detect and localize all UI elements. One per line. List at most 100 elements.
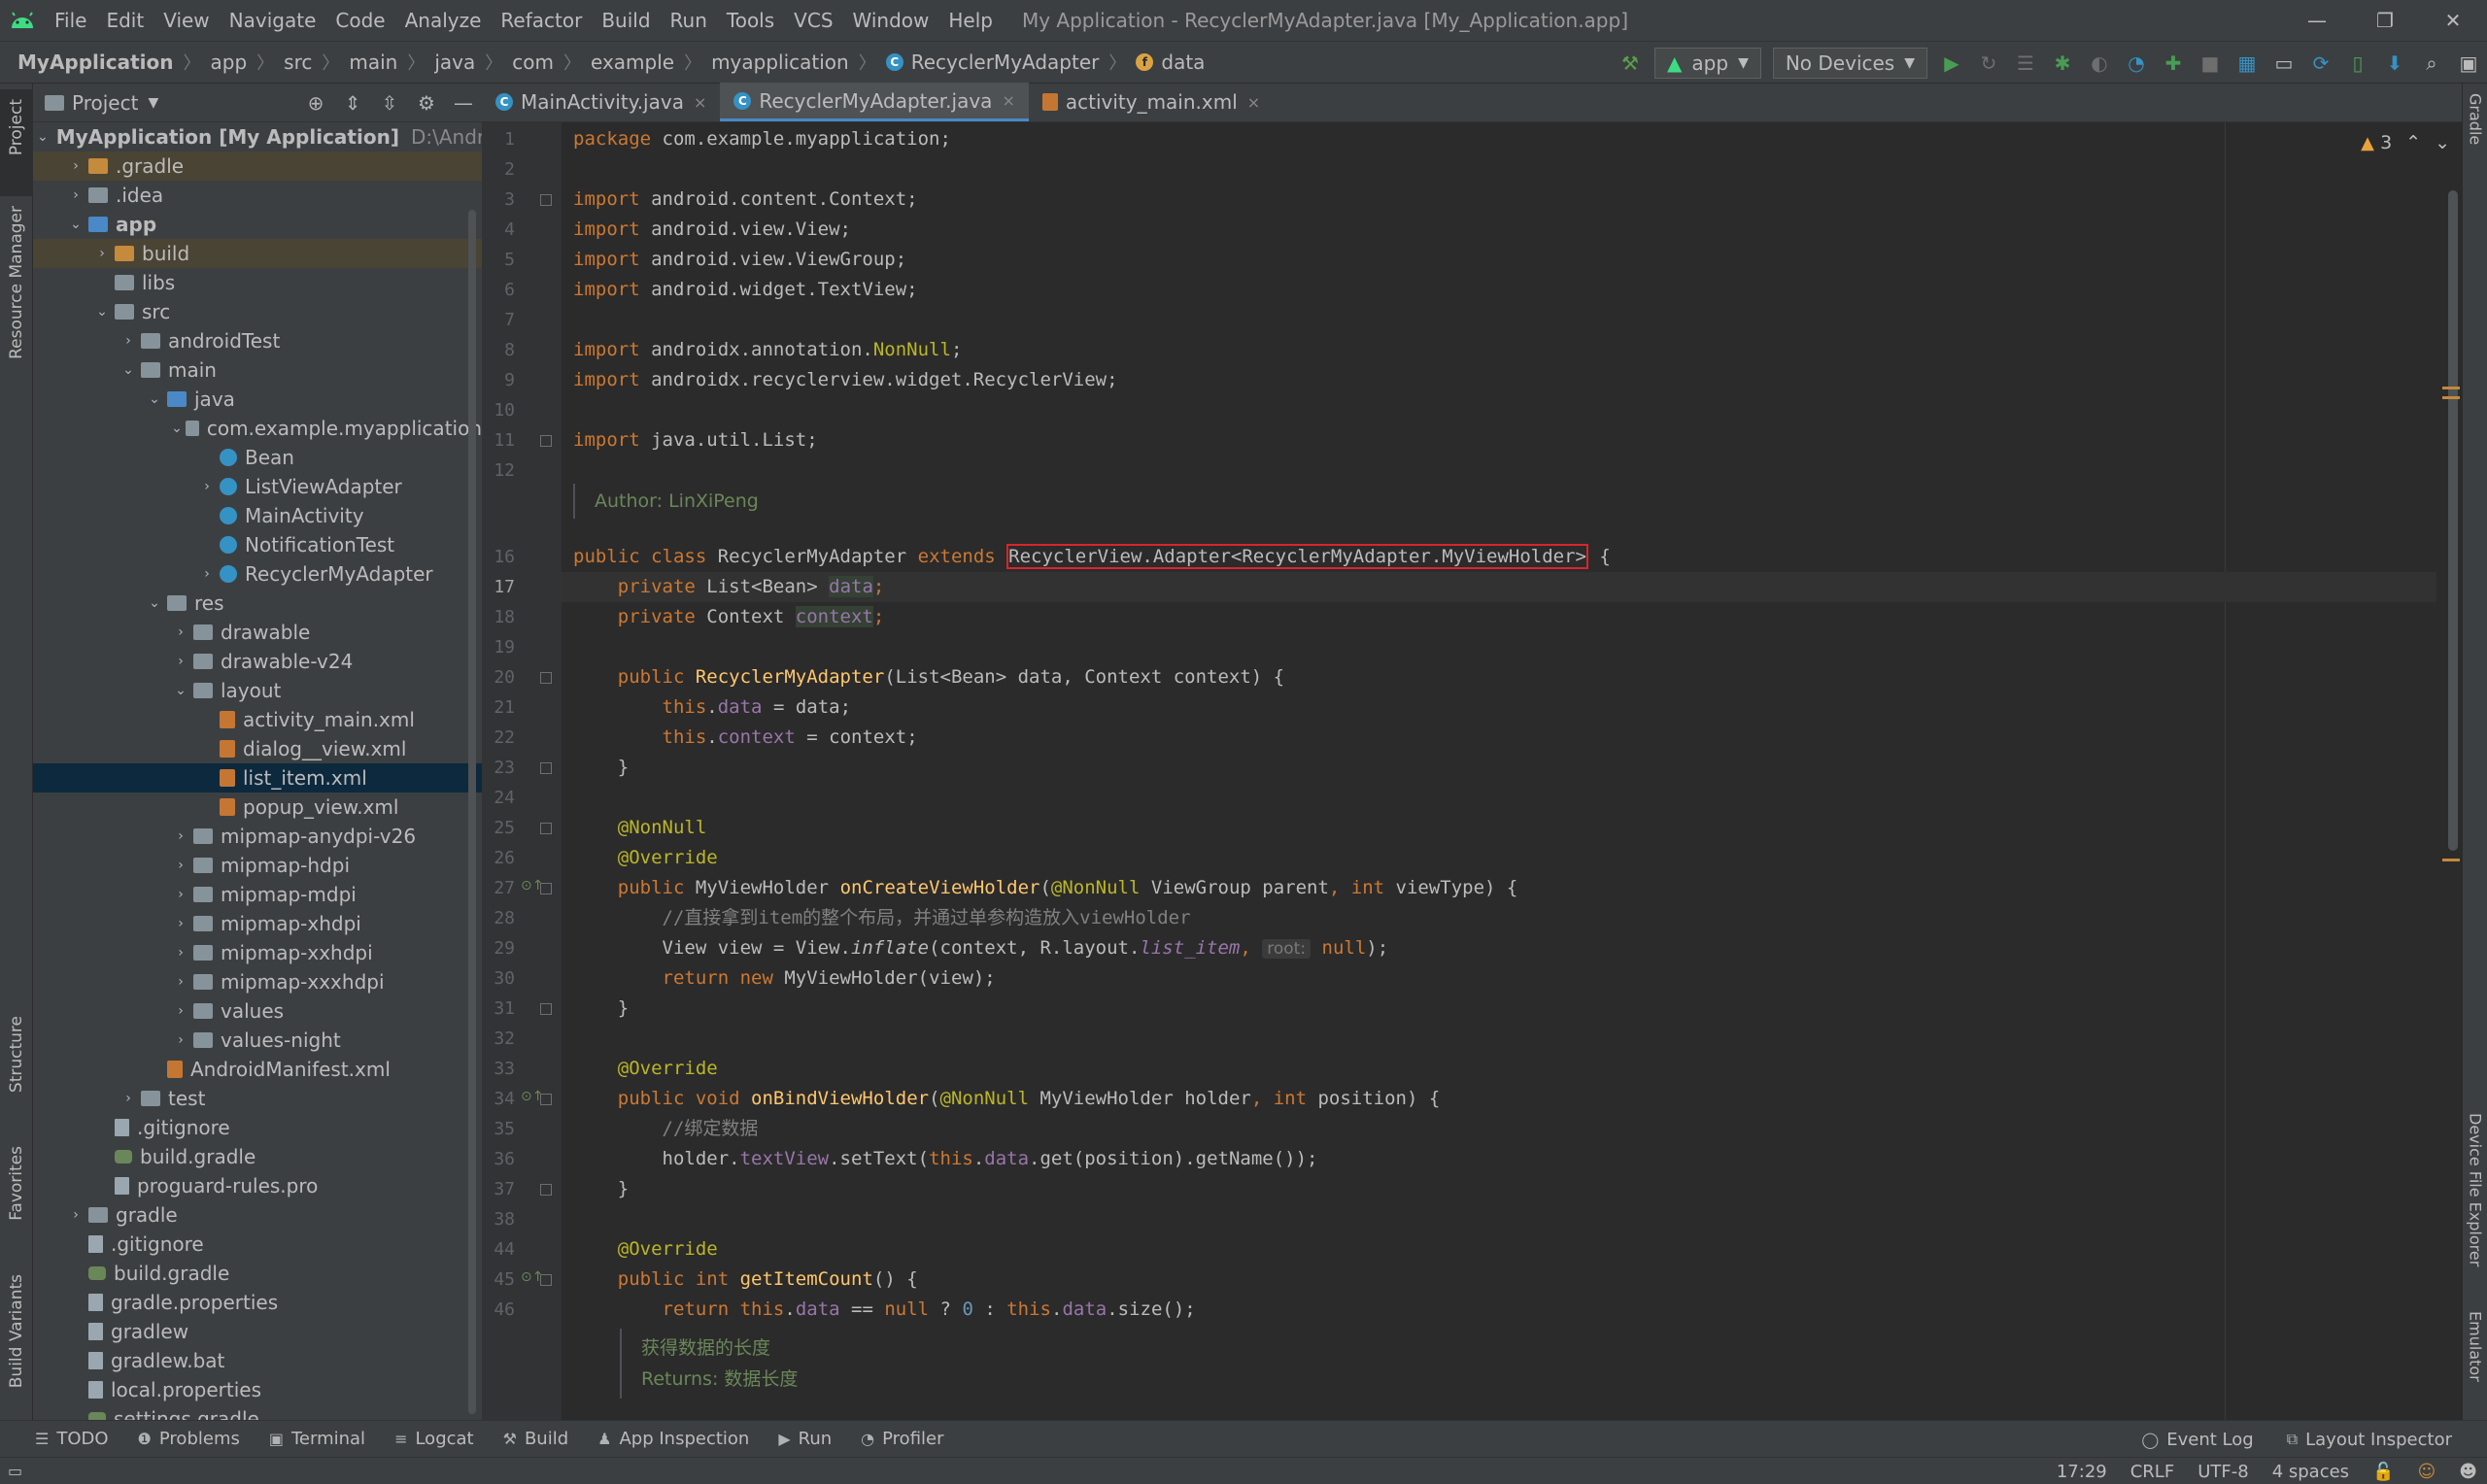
- coverage-icon[interactable]: ◐: [2081, 42, 2118, 84]
- breadcrumb-item[interactable]: f data: [1136, 51, 1205, 74]
- editor-tab[interactable]: activity_main.xml ×: [1029, 83, 1274, 121]
- attach-debugger-icon[interactable]: ✚: [2155, 42, 2192, 84]
- chevron-right-icon[interactable]: ›: [168, 916, 193, 931]
- breadcrumb-item[interactable]: java: [434, 51, 475, 74]
- lock-icon[interactable]: 🔓: [2372, 1462, 2394, 1482]
- avatar[interactable]: ▣: [2450, 42, 2487, 84]
- chevron-right-icon[interactable]: ›: [168, 945, 193, 961]
- chevron-right-icon[interactable]: ›: [168, 624, 193, 640]
- close-window-button[interactable]: ✕: [2419, 0, 2487, 41]
- breadcrumb-item[interactable]: example: [591, 51, 674, 74]
- tree-item[interactable]: › mipmap-xhdpi: [33, 909, 482, 938]
- chevron-down-icon[interactable]: ⌄: [37, 129, 49, 145]
- apply-changes-icon[interactable]: ☰: [2007, 42, 2044, 84]
- tool-tab-layout-inspector[interactable]: ⧉ Layout Inspector: [2287, 1430, 2452, 1450]
- caret-position[interactable]: 17:29: [2057, 1462, 2107, 1482]
- tree-item[interactable]: › mipmap-mdpi: [33, 880, 482, 909]
- tab-structure[interactable]: Structure: [0, 1016, 33, 1123]
- editor-tab[interactable]: C MainActivity.java ×: [482, 83, 720, 121]
- chevron-right-icon[interactable]: ›: [168, 974, 193, 990]
- tree-item[interactable]: build.gradle: [33, 1142, 482, 1171]
- menu-item-analyze[interactable]: Analyze: [395, 9, 492, 32]
- device-select[interactable]: No Devices ▼: [1772, 48, 1927, 79]
- tree-item[interactable]: › drawable: [33, 618, 482, 647]
- breadcrumb-item[interactable]: main: [349, 51, 397, 74]
- chevron-right-icon[interactable]: ›: [63, 187, 88, 203]
- menu-item-edit[interactable]: Edit: [96, 9, 153, 32]
- chevron-down-icon[interactable]: ⌄: [142, 595, 167, 611]
- tree-item[interactable]: AndroidManifest.xml: [33, 1055, 482, 1084]
- debug-icon[interactable]: ✱: [2044, 42, 2081, 84]
- fold-marker-icon[interactable]: [540, 672, 552, 684]
- inspection-widget[interactable]: ▲ 3 ⌃ ⌄: [2361, 132, 2450, 153]
- code-area[interactable]: package com.example.myapplication; import…: [562, 122, 2462, 1420]
- fold-marker-icon[interactable]: [540, 823, 552, 834]
- menu-item-code[interactable]: Code: [325, 9, 394, 32]
- menu-item-view[interactable]: View: [153, 9, 219, 32]
- chevron-down-icon[interactable]: ⌄: [168, 421, 186, 436]
- hide-panel-icon[interactable]: —: [445, 91, 482, 115]
- chevron-down-icon[interactable]: ⌄: [142, 391, 167, 407]
- chevron-right-icon[interactable]: ›: [194, 479, 220, 494]
- tree-item[interactable]: settings.gradle: [33, 1404, 482, 1420]
- chevron-right-icon[interactable]: ›: [168, 1032, 193, 1048]
- breadcrumb-item[interactable]: src: [284, 51, 312, 74]
- tree-item[interactable]: ⌄ layout: [33, 676, 482, 705]
- chevron-down-icon[interactable]: ⌄: [89, 304, 115, 320]
- stop-icon[interactable]: ■: [2192, 42, 2229, 84]
- maximize-button[interactable]: ❐: [2351, 0, 2419, 41]
- tool-tab-profiler[interactable]: ◔ Profiler: [861, 1429, 943, 1449]
- chevron-right-icon[interactable]: ›: [63, 158, 88, 174]
- collapse-all-icon[interactable]: ⇳: [371, 91, 408, 115]
- tool-tab-terminal[interactable]: ▣ Terminal: [269, 1429, 365, 1449]
- indent-setting[interactable]: 4 spaces: [2272, 1462, 2349, 1482]
- gear-icon[interactable]: ⚙: [408, 91, 445, 115]
- warning-stripe-mark[interactable]: [2442, 396, 2460, 399]
- sdk-manager-icon[interactable]: ⬇: [2376, 42, 2413, 84]
- menu-item-navigate[interactable]: Navigate: [220, 9, 326, 32]
- chevron-right-icon[interactable]: ›: [63, 1207, 88, 1223]
- tab-favorites[interactable]: Favorites: [0, 1146, 33, 1253]
- profile-icon[interactable]: ◔: [2118, 42, 2155, 84]
- tool-tab-todo[interactable]: ☰ TODO: [35, 1429, 109, 1449]
- menu-item-build[interactable]: Build: [592, 9, 660, 32]
- menu-item-vcs[interactable]: VCS: [784, 9, 842, 32]
- fold-marker-icon[interactable]: [540, 762, 552, 774]
- tab-resource-manager[interactable]: Resource Manager: [0, 200, 33, 394]
- close-icon[interactable]: ×: [1247, 93, 1260, 112]
- menu-item-help[interactable]: Help: [938, 9, 1003, 32]
- tool-tab-build[interactable]: ⚒ Build: [503, 1429, 569, 1449]
- chevron-down-icon[interactable]: ⌄: [116, 362, 141, 378]
- avd-manager-icon[interactable]: ▭: [2266, 42, 2302, 84]
- menu-item-refactor[interactable]: Refactor: [491, 9, 592, 32]
- file-encoding[interactable]: UTF-8: [2197, 1462, 2248, 1482]
- tree-item[interactable]: › build: [33, 239, 482, 268]
- tree-item[interactable]: libs: [33, 268, 482, 297]
- tree-item[interactable]: › androidTest: [33, 326, 482, 355]
- fold-marker-icon[interactable]: [540, 1184, 552, 1196]
- feedback-icon[interactable]: ☻: [2459, 1462, 2477, 1482]
- project-structure-icon[interactable]: ▦: [2229, 42, 2266, 84]
- chevron-up-icon[interactable]: ⌃: [2405, 132, 2421, 153]
- tree-item[interactable]: › mipmap-hdpi: [33, 851, 482, 880]
- tree-item[interactable]: list_item.xml: [33, 763, 482, 793]
- override-marker-icon[interactable]: ⊙↑: [521, 1089, 543, 1104]
- tree-item[interactable]: › drawable-v24: [33, 647, 482, 676]
- breadcrumb-item[interactable]: MyApplication: [17, 51, 174, 74]
- chevron-right-icon[interactable]: ›: [194, 566, 220, 582]
- tree-item[interactable]: › ListViewAdapter: [33, 472, 482, 501]
- chevron-down-icon[interactable]: ⌄: [2435, 132, 2450, 153]
- chevron-right-icon[interactable]: ›: [168, 887, 193, 902]
- breadcrumb-item[interactable]: app: [211, 51, 248, 74]
- chevron-right-icon[interactable]: ›: [116, 1091, 141, 1106]
- tab-gradle[interactable]: Gradle: [2463, 93, 2487, 181]
- override-marker-icon[interactable]: ⊙↑: [521, 878, 543, 894]
- tree-item[interactable]: › mipmap-xxhdpi: [33, 938, 482, 967]
- search-icon[interactable]: ⌕: [2413, 42, 2450, 84]
- chevron-down-icon[interactable]: ▼: [148, 95, 158, 111]
- tree-item[interactable]: dialog__view.xml: [33, 734, 482, 763]
- tool-tab-logcat[interactable]: ≡ Logcat: [394, 1429, 474, 1449]
- tree-item[interactable]: .gitignore: [33, 1230, 482, 1259]
- tree-item[interactable]: gradlew: [33, 1317, 482, 1346]
- chevron-right-icon[interactable]: ›: [168, 654, 193, 669]
